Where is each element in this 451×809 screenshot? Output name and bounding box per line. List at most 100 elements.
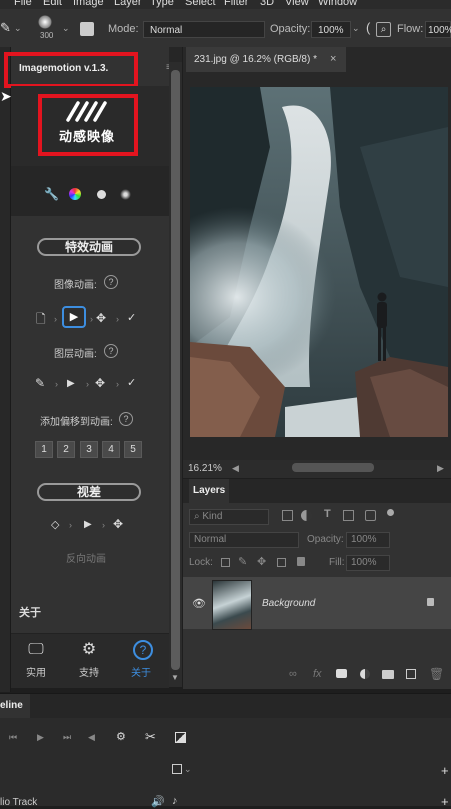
- waterfall-photo[interactable]: [190, 87, 448, 437]
- options-bar: ✎ ⌄ 300 ⌄ Mode: Normal Opacity: 100% ⌄ (…: [0, 9, 451, 48]
- pressure-opacity-icon[interactable]: (: [366, 20, 370, 35]
- menu-window[interactable]: Window: [318, 0, 357, 8]
- audio-icon[interactable]: ◀: [88, 732, 95, 743]
- play-icon[interactable]: ▶: [37, 732, 44, 743]
- soft-dot-icon[interactable]: [120, 189, 131, 200]
- lock-all-icon[interactable]: [297, 557, 305, 566]
- wrench-icon[interactable]: 🔧: [44, 187, 59, 201]
- close-icon[interactable]: ×: [330, 53, 336, 65]
- flow-input[interactable]: 100%: [425, 21, 451, 38]
- first-frame-icon[interactable]: ⏮: [9, 732, 17, 743]
- offset-button-2[interactable]: 2: [57, 441, 75, 458]
- menu-select[interactable]: Select: [185, 0, 216, 8]
- cursor-arrow-icon: ➤: [0, 88, 12, 104]
- blend-mode-select[interactable]: Normal: [189, 532, 299, 548]
- help-icon[interactable]: ?: [104, 275, 118, 289]
- brush-preview-icon[interactable]: [38, 15, 52, 29]
- reverse-anim-label[interactable]: 反向动画: [66, 550, 106, 565]
- new-adjustment-icon[interactable]: [360, 669, 370, 679]
- type-filter-icon[interactable]: T: [324, 508, 331, 520]
- music-note-icon[interactable]: ♪: [172, 795, 178, 807]
- opacity-input[interactable]: 100%: [311, 21, 351, 38]
- nav-item-about[interactable]: ? 关于: [116, 634, 166, 688]
- solid-dot-icon[interactable]: [97, 190, 106, 199]
- horizontal-scrollbar-thumb[interactable]: [292, 463, 374, 472]
- menu-3d[interactable]: 3D: [260, 0, 274, 8]
- add-media-icon[interactable]: +: [441, 763, 449, 778]
- brush-settings-icon[interactable]: [80, 22, 94, 36]
- menu-view[interactable]: View: [285, 0, 309, 8]
- menu-edit[interactable]: Edit: [43, 0, 62, 8]
- scissors-icon[interactable]: ✂: [145, 729, 156, 745]
- help-icon[interactable]: ?: [119, 412, 133, 426]
- document-icon[interactable]: 🗋: [36, 312, 46, 326]
- layer-name[interactable]: Background: [262, 598, 315, 609]
- lock-pixels-icon[interactable]: [221, 558, 230, 567]
- play-button-selected[interactable]: ▶: [62, 306, 86, 328]
- filter-toggle-icon[interactable]: [387, 509, 394, 516]
- image-filter-icon[interactable]: [282, 510, 293, 521]
- chevron-down-icon[interactable]: ⌄: [14, 23, 22, 34]
- chevron-down-icon[interactable]: ⌄: [352, 23, 360, 34]
- next-frame-icon[interactable]: ⏭: [63, 732, 71, 743]
- chevron-down-icon[interactable]: ⌄: [62, 23, 70, 34]
- scroll-right-icon[interactable]: ▶: [437, 463, 444, 474]
- offset-button-1[interactable]: 1: [35, 441, 53, 458]
- pencil-icon[interactable]: ✎: [35, 376, 45, 390]
- play-icon[interactable]: ▶: [67, 377, 75, 391]
- effects-section-button[interactable]: 特效动画: [37, 238, 141, 256]
- speaker-icon[interactable]: 🔊: [151, 795, 165, 808]
- fx-icon[interactable]: fx: [313, 668, 322, 680]
- add-mask-icon[interactable]: [336, 669, 347, 678]
- film-icon[interactable]: [172, 764, 182, 774]
- offset-button-4[interactable]: 4: [102, 441, 120, 458]
- help-icon[interactable]: ?: [104, 344, 118, 358]
- artboard-lock-icon[interactable]: [277, 558, 286, 567]
- checkmark-icon[interactable]: ✓: [127, 311, 136, 325]
- search-icon[interactable]: ⌕: [376, 22, 391, 37]
- menu-file[interactable]: File: [14, 0, 32, 8]
- lock-position-icon[interactable]: ✥: [257, 555, 266, 568]
- offset-button-3[interactable]: 3: [80, 441, 98, 458]
- folder-icon[interactable]: [382, 670, 394, 679]
- transition-icon[interactable]: [175, 732, 186, 743]
- panel-scrollbar-thumb[interactable]: [171, 70, 180, 670]
- play-icon[interactable]: ▶: [84, 518, 92, 532]
- adjustment-filter-icon[interactable]: [301, 510, 312, 521]
- chevron-down-icon[interactable]: ⌄: [184, 764, 192, 775]
- smart-object-filter-icon[interactable]: [365, 510, 376, 521]
- move-arrows-icon[interactable]: ✥: [96, 311, 106, 325]
- layer-opacity-input[interactable]: 100%: [346, 532, 390, 548]
- menu-image[interactable]: Image: [73, 0, 104, 8]
- scroll-down-icon[interactable]: ▼: [171, 673, 179, 682]
- mode-select[interactable]: Normal: [143, 21, 265, 38]
- new-layer-icon[interactable]: [406, 669, 416, 679]
- tab-timeline[interactable]: eline: [0, 694, 30, 718]
- brush-lock-icon[interactable]: ✎: [238, 555, 247, 568]
- link-layers-icon[interactable]: ∞: [289, 668, 297, 680]
- zoom-level[interactable]: 16.21%: [188, 463, 222, 474]
- menu-filter[interactable]: Filter: [224, 0, 248, 8]
- fill-input[interactable]: 100%: [346, 555, 390, 571]
- trash-icon[interactable]: 🗑: [429, 667, 444, 681]
- scroll-left-icon[interactable]: ◀: [232, 463, 239, 474]
- kind-filter-select[interactable]: ⌕ Kind: [189, 509, 269, 525]
- eye-visibility-icon[interactable]: 👁: [192, 597, 206, 610]
- nav-item-practical[interactable]: 🖵 实用: [11, 634, 61, 688]
- add-audio-icon[interactable]: +: [441, 794, 449, 809]
- diamond-arrows-icon[interactable]: ◇: [51, 518, 59, 532]
- move-arrows-icon[interactable]: ✥: [113, 517, 123, 531]
- tab-layers[interactable]: Layers: [189, 479, 229, 503]
- nav-item-support[interactable]: ⚙ 支持: [64, 634, 114, 688]
- gear-icon[interactable]: ⚙: [116, 730, 126, 743]
- menu-type[interactable]: Type: [150, 0, 174, 8]
- brush-tool-icon[interactable]: ✎: [0, 20, 11, 36]
- offset-button-5[interactable]: 5: [124, 441, 142, 458]
- shape-filter-icon[interactable]: [343, 510, 354, 521]
- document-tab[interactable]: 231.jpg @ 16.2% (RGB/8) *: [186, 47, 346, 72]
- color-wheel-icon[interactable]: [69, 188, 81, 200]
- parallax-section-button[interactable]: 视差: [37, 483, 141, 501]
- move-arrows-icon[interactable]: ✥: [95, 376, 105, 390]
- menu-layer[interactable]: Layer: [114, 0, 142, 8]
- checkmark-icon[interactable]: ✓: [127, 376, 136, 390]
